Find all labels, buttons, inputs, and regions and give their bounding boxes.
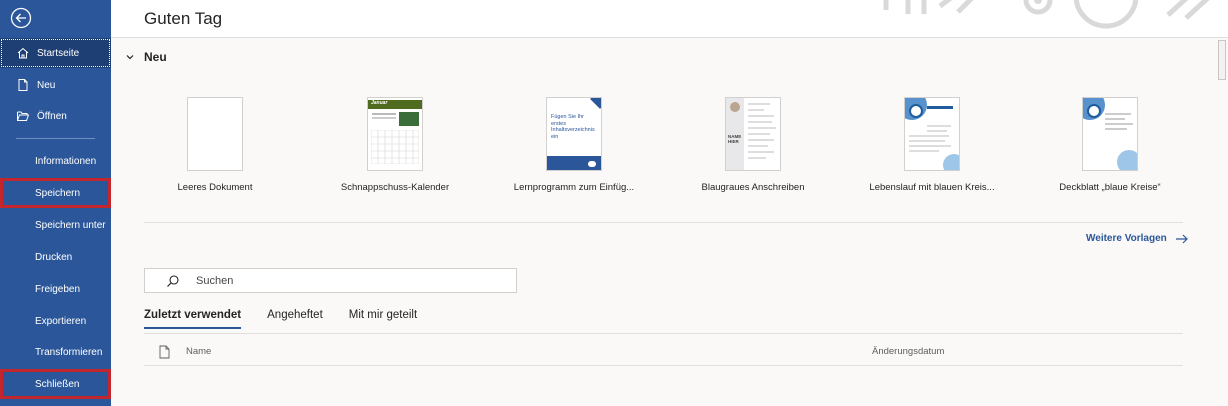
- search-icon: [166, 274, 180, 288]
- file-tabs: Zuletzt verwendet Angeheftet Mit mir get…: [144, 309, 443, 329]
- template-thumbnail: [187, 97, 243, 171]
- sidebar-item-export[interactable]: Exportieren: [0, 306, 111, 336]
- arrow-right-icon: [1175, 234, 1189, 244]
- sidebar-item-transform[interactable]: Transformieren: [0, 337, 111, 367]
- template-thumbnail: NAME HIER: [725, 97, 781, 171]
- thumb-text: Januar: [371, 100, 388, 106]
- thumb-text: NAME HIER: [728, 134, 742, 144]
- sidebar: Startseite Neu Öffnen Informationen Spei…: [0, 0, 111, 406]
- template-blue-gray-cover-letter[interactable]: NAME HIER Blaugraues Anschreiben: [668, 97, 838, 193]
- table-divider: [144, 365, 1183, 366]
- sidebar-item-label: Exportieren: [35, 315, 87, 327]
- template-cover-blue-circles[interactable]: Deckblatt „blaue Kreise“: [1025, 97, 1195, 193]
- template-thumbnail: [904, 97, 960, 171]
- scrollbar[interactable]: [1218, 40, 1226, 80]
- divider: [144, 222, 1183, 223]
- header: Guten Tag: [111, 0, 1228, 38]
- sidebar-item-save-as[interactable]: Speichern unter: [0, 210, 111, 240]
- tab-pinned[interactable]: Angeheftet: [267, 309, 323, 329]
- template-label: Deckblatt „blaue Kreise“: [1059, 182, 1161, 193]
- template-label: Blaugraues Anschreiben: [701, 182, 805, 193]
- more-templates-label: Weitere Vorlagen: [1086, 233, 1167, 244]
- thumb-text: Fügen Sie Ihr erstes Inhaltsverzeichnis …: [551, 114, 595, 140]
- folder-open-icon: [16, 109, 30, 123]
- sidebar-item-label: Speichern unter: [35, 219, 106, 231]
- tab-shared-with-me[interactable]: Mit mir geteilt: [349, 309, 417, 329]
- sidebar-divider: [16, 138, 95, 139]
- new-section-header[interactable]: Neu: [125, 50, 167, 64]
- home-icon: [16, 46, 30, 60]
- file-type-icon: [159, 345, 170, 359]
- template-resume-blue-circles[interactable]: Lebenslauf mit blauen Kreis...: [847, 97, 1017, 193]
- sidebar-item-new[interactable]: Neu: [0, 70, 111, 100]
- back-arrow-icon[interactable]: [10, 7, 32, 29]
- sidebar-item-open[interactable]: Öffnen: [0, 101, 111, 131]
- sidebar-item-label: Schließen: [35, 378, 80, 390]
- tab-divider: [144, 333, 1183, 334]
- sidebar-item-label: Transformieren: [35, 346, 103, 358]
- template-thumbnail: Fügen Sie Ihr erstes Inhaltsverzeichnis …: [546, 97, 602, 171]
- column-header-name[interactable]: Name: [186, 346, 211, 357]
- search-input[interactable]: [194, 273, 498, 288]
- sidebar-item-label: Drucken: [35, 251, 73, 263]
- template-snapshot-calendar[interactable]: Januar Schnappschuss-Kalender: [310, 97, 480, 193]
- section-title: Neu: [144, 50, 167, 64]
- new-document-icon: [16, 78, 30, 92]
- header-decoration: [868, 0, 1228, 37]
- sidebar-item-label: Informationen: [35, 155, 97, 167]
- template-label: Lernprogramm zum Einfüg...: [513, 182, 635, 193]
- template-label: Schnappschuss-Kalender: [340, 182, 450, 193]
- chevron-down-icon: [125, 52, 135, 62]
- sidebar-item-label: Startseite: [37, 47, 80, 59]
- sidebar-item-home[interactable]: Startseite: [0, 38, 111, 68]
- sidebar-item-print[interactable]: Drucken: [0, 242, 111, 272]
- sidebar-item-label: Öffnen: [37, 110, 67, 122]
- template-toc-tutorial[interactable]: Fügen Sie Ihr erstes Inhaltsverzeichnis …: [489, 97, 659, 193]
- tab-recent[interactable]: Zuletzt verwendet: [144, 309, 242, 329]
- page-title: Guten Tag: [144, 9, 223, 28]
- search-box[interactable]: [144, 268, 517, 293]
- sidebar-item-close[interactable]: Schließen: [0, 369, 111, 399]
- more-templates-link[interactable]: Weitere Vorlagen: [1086, 233, 1189, 244]
- main-content: Guten Tag Neu Leeres Dokument Januar Sch…: [111, 0, 1228, 406]
- template-blank-document[interactable]: Leeres Dokument: [130, 97, 300, 193]
- sidebar-item-label: Speichern: [35, 187, 81, 199]
- sidebar-item-info[interactable]: Informationen: [0, 146, 111, 176]
- sidebar-item-share[interactable]: Freigeben: [0, 274, 111, 304]
- template-thumbnail: Januar: [367, 97, 423, 171]
- template-thumbnail: [1082, 97, 1138, 171]
- template-label: Leeres Dokument: [177, 182, 253, 193]
- template-label: Lebenslauf mit blauen Kreis...: [869, 182, 995, 193]
- sidebar-item-label: Freigeben: [35, 283, 81, 295]
- sidebar-item-save[interactable]: Speichern: [0, 178, 111, 208]
- column-header-modified[interactable]: Änderungsdatum: [872, 346, 944, 357]
- sidebar-item-label: Neu: [37, 79, 56, 91]
